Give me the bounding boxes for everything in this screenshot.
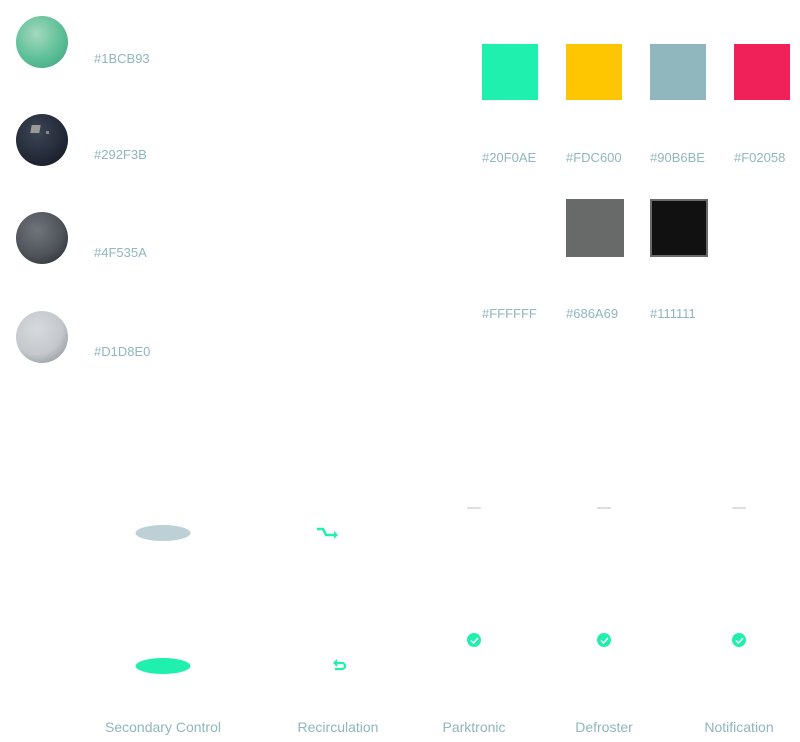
- recirculation-caption: Recirculation: [297, 719, 379, 735]
- swatch-label: #FFFFFF: [482, 306, 537, 321]
- sphere-label: #292F3B: [94, 147, 147, 162]
- parktronic-check-icon[interactable]: [467, 633, 481, 647]
- parktronic-off-indicator: [467, 507, 481, 509]
- swatch-label: #F02058: [734, 150, 786, 165]
- swatch-686A69: [566, 199, 624, 257]
- secondary-control-off[interactable]: [135, 525, 191, 541]
- swatch-90B6BE: [650, 44, 706, 100]
- sphere-label: #4F535A: [94, 245, 147, 260]
- notification-caption: Notification: [704, 719, 774, 735]
- swatch-label: #90B6BE: [650, 150, 705, 165]
- recirculation-outside-icon[interactable]: [316, 526, 340, 540]
- sphere-green: [16, 16, 68, 68]
- secondary-control-on[interactable]: [135, 658, 191, 674]
- notification-off-indicator: [732, 507, 746, 509]
- sphere-light: [16, 311, 68, 363]
- swatch-F02058: [734, 44, 790, 100]
- secondary-control-caption: Secondary Control: [105, 719, 221, 735]
- swatch-FFFFFF: [482, 199, 538, 255]
- swatch-label: #FDC600: [566, 150, 622, 165]
- parktronic-caption: Parktronic: [442, 719, 506, 735]
- sphere-label: #D1D8E0: [94, 344, 151, 359]
- sphere-gray: [16, 212, 68, 264]
- notification-check-icon[interactable]: [732, 633, 746, 647]
- swatch-111111: [650, 199, 708, 257]
- recirculation-inside-icon[interactable]: [332, 659, 346, 671]
- defroster-off-indicator: [597, 507, 611, 509]
- swatch-label: #111111: [650, 306, 696, 321]
- swatch-20F0AE: [482, 44, 538, 100]
- defroster-check-icon[interactable]: [597, 633, 611, 647]
- defroster-caption: Defroster: [575, 719, 633, 735]
- swatch-FDC600: [566, 44, 622, 100]
- swatch-label: #20F0AE: [482, 150, 537, 165]
- sphere-label: #1BCB93: [94, 51, 150, 66]
- swatch-label: #686A69: [566, 306, 619, 321]
- sphere-dark: [16, 114, 68, 166]
